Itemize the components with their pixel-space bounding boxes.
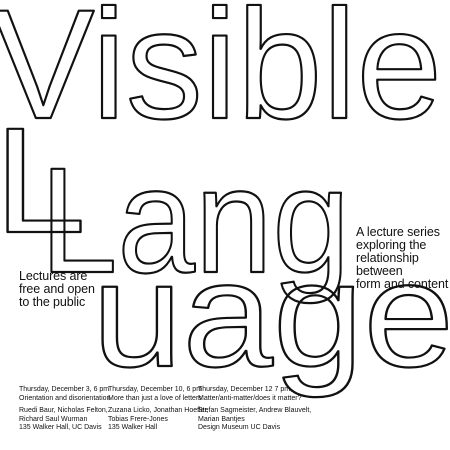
event-date: Thursday, December 3, 6 pm [19, 386, 110, 393]
event-2: Thursday, December 10, 6 pm More than ju… [108, 386, 208, 433]
event-location: 135 Walker Hall, UC Davis [19, 424, 102, 432]
event-date: Thursday, December 10, 6 pm [108, 386, 203, 393]
event-speakers: Richard Saul Wurman [19, 415, 88, 423]
event-speakers: Stefan Sagmeister, Andrew Blauvelt, [198, 407, 312, 415]
event-speakers: Ruedi Baur, Nicholas Felton, [19, 407, 108, 415]
event-location: 135 Walker Hall [108, 424, 158, 432]
series-description-line: form and content [356, 277, 449, 291]
event-speakers: Marian Bantjes [198, 415, 245, 423]
event-date: Thursday, December 12 7 pm, [198, 386, 293, 393]
event-topic: Matter/anti-matter/does it matter? [198, 394, 302, 402]
event-3: Thursday, December 12 7 pm, Matter/anti-… [198, 386, 311, 433]
event-location: Design Museum UC Davis [198, 424, 281, 432]
event-topic: More than just a love of letters [108, 394, 202, 402]
free-notice-line: to the public [19, 295, 86, 309]
event-speakers: Tobias Frere-Jones [108, 415, 168, 423]
event-topic: Orientation and disorientation [19, 394, 111, 402]
free-notice: Lectures are free and open to the public [19, 270, 95, 309]
series-description: A lecture series exploring the relations… [356, 226, 448, 291]
event-speakers: Zuzana Licko, Jonathan Hoefler, [108, 407, 209, 415]
event-1: Thursday, December 3, 6 pm Orientation a… [19, 386, 110, 433]
